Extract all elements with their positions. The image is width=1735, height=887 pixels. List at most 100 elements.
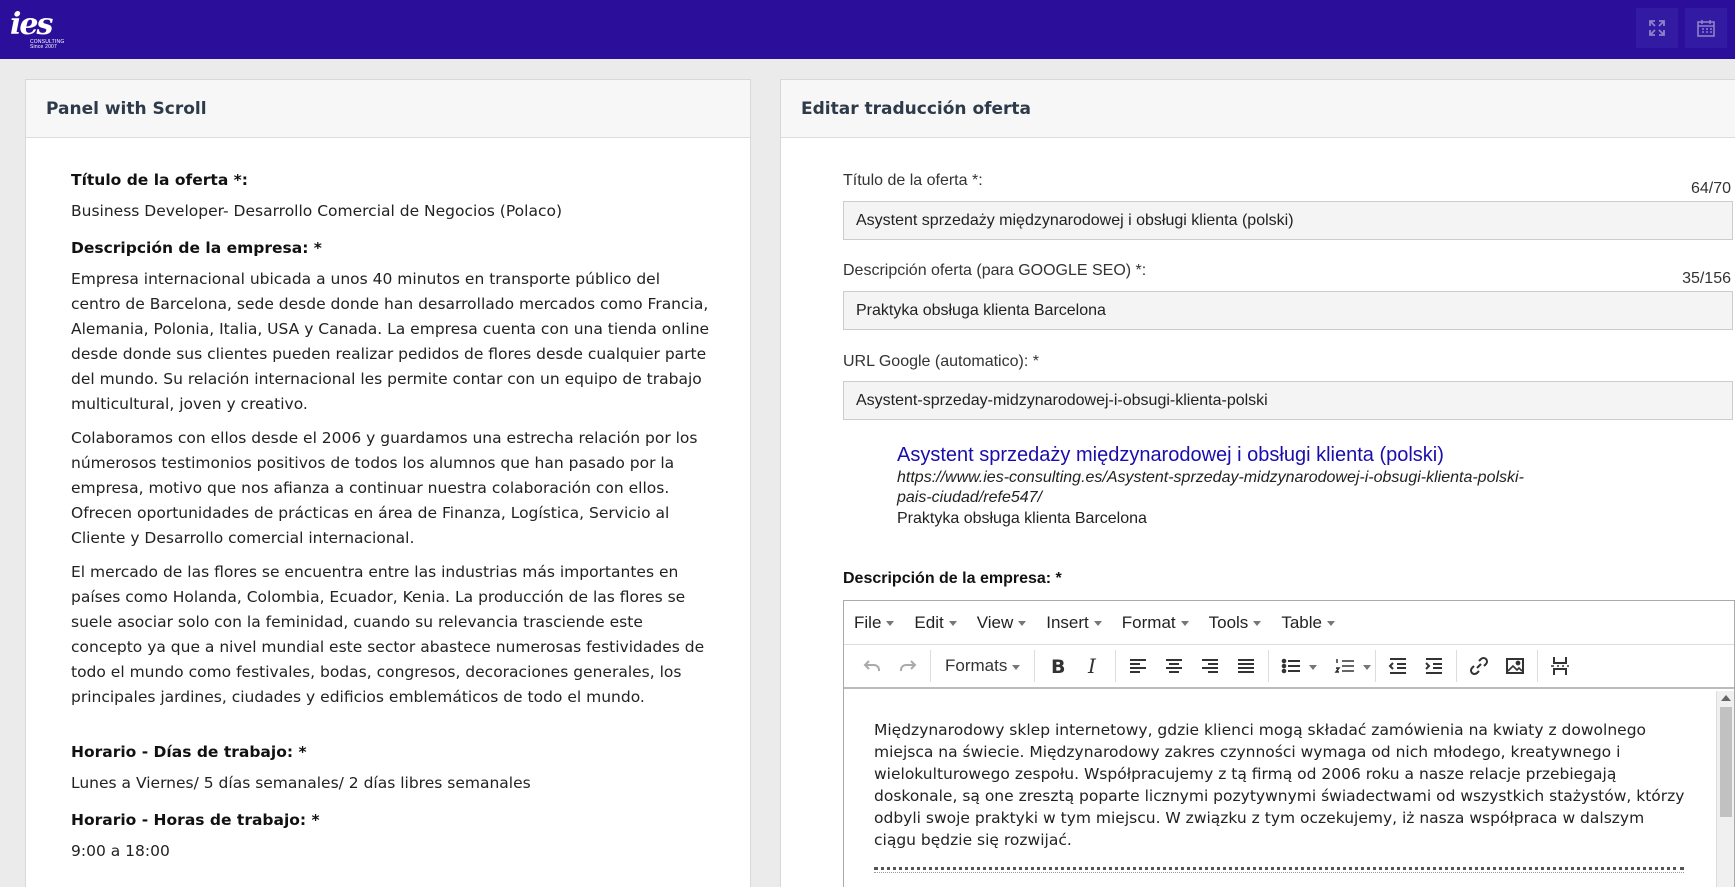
redo-button[interactable] <box>890 650 926 682</box>
insert-group <box>1457 650 1539 682</box>
menu-label: Edit <box>914 612 944 632</box>
seo-description-input[interactable]: Praktyka obsługa klienta Barcelona <box>843 291 1733 330</box>
outdent-button[interactable] <box>1380 650 1416 682</box>
editor-label: Descripción de la empresa: * <box>843 570 1062 587</box>
menu-tools[interactable]: Tools <box>1209 613 1262 633</box>
titulo-label: Título de la oferta *: <box>71 171 248 189</box>
caret-down-icon <box>1180 621 1189 626</box>
list-group <box>1269 650 1377 682</box>
pagebreak-icon <box>1551 657 1570 675</box>
numbered-list-main[interactable] <box>1327 650 1363 682</box>
formats-dropdown[interactable]: Formats <box>935 650 1030 682</box>
right-panel-title: Editar traducción oferta <box>781 80 1735 138</box>
menu-label: File <box>854 612 882 632</box>
caret-down-icon <box>886 621 895 626</box>
svg-text:B: B <box>1051 656 1065 677</box>
descripcion-paragraph: Empresa internacional ubicada a unos 40 … <box>71 270 710 413</box>
svg-text:I: I <box>1087 655 1097 677</box>
style-group: B I <box>1035 650 1117 682</box>
menu-label: Tools <box>1208 612 1249 632</box>
outdent-icon <box>1388 658 1407 674</box>
image-button[interactable] <box>1497 650 1533 682</box>
align-center-button[interactable] <box>1156 650 1192 682</box>
titulo-input[interactable]: Asystent sprzedaży międzynarodowej i obs… <box>843 201 1733 240</box>
caret-down-icon <box>1326 621 1335 626</box>
indent-button[interactable] <box>1416 650 1452 682</box>
caret-down-icon[interactable] <box>1309 664 1318 670</box>
menu-label: Insert <box>1046 612 1089 632</box>
calendar-button[interactable] <box>1685 8 1727 48</box>
editor-content-area[interactable]: Międzynarodowy sklep internetowy, gdzie … <box>844 691 1716 887</box>
indent-group <box>1376 650 1458 682</box>
url-input[interactable]: Asystent-sprzeday-midzynarodowej-i-obsug… <box>843 381 1733 420</box>
bold-icon: B <box>1051 656 1065 677</box>
align-left-button[interactable] <box>1120 650 1156 682</box>
image-icon <box>1506 658 1525 674</box>
italic-icon: I <box>1087 655 1097 677</box>
menu-insert[interactable]: Insert <box>1046 613 1102 633</box>
bullet-list-icon <box>1282 658 1301 674</box>
menu-format[interactable]: Format <box>1122 613 1189 633</box>
page-break-marker <box>874 867 1684 873</box>
align-justify-icon <box>1238 659 1255 673</box>
menu-label: View <box>976 612 1014 632</box>
caret-down-icon <box>948 621 957 626</box>
italic-button[interactable]: I <box>1075 650 1111 682</box>
link-button[interactable] <box>1461 650 1497 682</box>
redo-icon <box>900 660 917 671</box>
align-justify-button[interactable] <box>1228 650 1264 682</box>
bullet-list-button[interactable] <box>1273 650 1318 682</box>
url-field-label: URL Google (automatico): * <box>843 353 1039 370</box>
descripcion-paragraph: El mercado de las flores se encuentra en… <box>71 563 705 706</box>
menu-view[interactable]: View <box>977 613 1027 633</box>
logo-text: ies <box>10 7 53 42</box>
google-preview: Asystent sprzedaży międzynarodowej i obs… <box>897 442 1557 530</box>
menu-table[interactable]: Table <box>1281 613 1335 633</box>
align-right-icon <box>1202 659 1219 673</box>
bullet-list-main[interactable] <box>1273 650 1309 682</box>
fullscreen-button[interactable] <box>1636 8 1678 48</box>
align-right-button[interactable] <box>1192 650 1228 682</box>
titulo-value: Business Developer- Desarrollo Comercial… <box>71 202 562 220</box>
preview-title[interactable]: Asystent sprzedaży międzynarodowej i obs… <box>897 442 1557 468</box>
numbered-list-icon <box>1334 659 1355 673</box>
left-panel: Panel with Scroll Título de la oferta *:… <box>25 79 751 887</box>
right-panel: Editar traducción oferta Título de la of… <box>780 79 1735 887</box>
editor-menubar: File Edit View Insert Format Tools Table <box>844 601 1734 645</box>
titulo-char-counter: 64/70 <box>1690 180 1731 197</box>
indent-icon <box>1425 658 1443 674</box>
editor-toolbar: Formats B I <box>844 645 1734 689</box>
history-group <box>850 650 931 682</box>
dias-value: Lunes a Viernes/ 5 días semanales/ 2 día… <box>71 774 531 792</box>
left-panel-title: Panel with Scroll <box>26 80 750 138</box>
formats-label: Formats <box>945 656 1008 675</box>
rich-text-editor: File Edit View Insert Format Tools Table… <box>843 600 1735 887</box>
dias-label: Horario - Días de trabajo: * <box>71 743 307 761</box>
pagebreak-button[interactable] <box>1542 650 1578 682</box>
editor-scrollbar[interactable] <box>1716 691 1734 887</box>
formats-group: Formats <box>931 650 1036 682</box>
menu-edit[interactable]: Edit <box>914 612 957 633</box>
caret-down-icon[interactable] <box>1363 664 1372 670</box>
horas-value: 9:00 a 18:00 <box>71 842 170 860</box>
expand-icon <box>1649 20 1665 36</box>
scroll-thumb[interactable] <box>1720 707 1732 817</box>
company-logo[interactable]: ies CONSULTING Since 2007 <box>8 8 64 52</box>
bold-button[interactable]: B <box>1039 650 1075 682</box>
undo-icon <box>863 660 880 671</box>
preview-url: https://www.ies-consulting.es/Asystent-s… <box>897 469 1524 506</box>
scroll-up-icon[interactable] <box>1721 695 1731 701</box>
editor-paragraph: Międzynarodowy sklep internetowy, gdzie … <box>874 721 1685 849</box>
descripcion-paragraph: Colaboramos con ellos desde el 2006 y gu… <box>71 429 698 547</box>
preview-description: Praktyka obsługa klienta Barcelona <box>897 510 1147 527</box>
link-icon <box>1470 656 1489 676</box>
top-bar: ies CONSULTING Since 2007 <box>0 0 1735 59</box>
numbered-list-button[interactable] <box>1327 650 1372 682</box>
menu-file[interactable]: File <box>854 612 895 633</box>
left-panel-content[interactable]: Título de la oferta *: Business Develope… <box>71 168 711 874</box>
undo-button[interactable] <box>854 650 890 682</box>
align-group <box>1116 650 1270 682</box>
caret-down-icon <box>1012 664 1021 670</box>
menu-label: Format <box>1121 612 1176 632</box>
menu-label: Table <box>1281 612 1322 632</box>
